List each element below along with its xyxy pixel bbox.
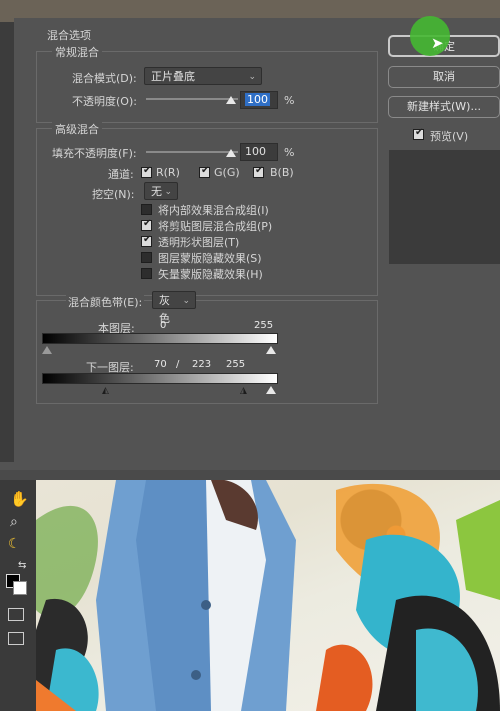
option-checkbox-3[interactable] bbox=[141, 252, 152, 263]
underlying-low-value: 70 bbox=[154, 359, 167, 370]
channel-b-checkbox[interactable] bbox=[253, 165, 264, 178]
option-label-0: 将内部效果混合成组(I) bbox=[158, 204, 269, 217]
swap-colors-icon[interactable]: ⇆ bbox=[18, 560, 26, 571]
option-checkbox-0[interactable] bbox=[141, 204, 152, 215]
fill-opacity-label: 填充不透明度(F): bbox=[52, 147, 137, 160]
window-separator bbox=[0, 470, 500, 480]
opacity-slider[interactable] bbox=[146, 98, 238, 100]
underlying-separator: / bbox=[176, 359, 180, 370]
chevron-down-icon: ⌄ bbox=[182, 296, 190, 306]
underlying-white-slider[interactable] bbox=[266, 386, 276, 394]
left-panel-edge bbox=[0, 22, 14, 462]
channel-r-label: R(R) bbox=[156, 166, 180, 179]
knockout-value: 无 bbox=[151, 185, 162, 198]
this-layer-high-value: 255 bbox=[254, 320, 274, 331]
background-color[interactable] bbox=[13, 581, 27, 595]
option-label-2: 透明形状图层(T) bbox=[158, 236, 240, 249]
channel-r-checkbox[interactable] bbox=[141, 165, 152, 178]
opacity-unit: % bbox=[284, 94, 295, 107]
this-layer-black-slider[interactable] bbox=[42, 346, 52, 354]
zoom-icon[interactable]: ⌕ bbox=[10, 514, 18, 530]
general-blending-title: 常规混合 bbox=[52, 44, 102, 60]
fill-opacity-field[interactable]: 100 bbox=[240, 143, 278, 161]
blend-if-label: 混合颜色带(E): bbox=[66, 294, 145, 310]
preview-checkbox[interactable] bbox=[413, 127, 424, 140]
opacity-field[interactable]: 100 bbox=[240, 91, 278, 109]
screen-mode-icon[interactable] bbox=[8, 632, 24, 645]
advanced-blending-title: 高级混合 bbox=[52, 121, 102, 137]
document-canvas[interactable] bbox=[36, 480, 500, 711]
fill-opacity-unit: % bbox=[284, 146, 295, 159]
cancel-button[interactable]: 取消 bbox=[388, 66, 500, 88]
chevron-down-icon: ⌄ bbox=[164, 187, 172, 197]
hand-icon[interactable]: ✋ bbox=[10, 490, 29, 508]
channels-label: 通道: bbox=[108, 168, 134, 181]
click-highlight bbox=[410, 16, 450, 56]
channel-g-label: G(G) bbox=[214, 166, 240, 179]
underlying-mid-value: 223 bbox=[192, 359, 212, 370]
blend-options-title: 混合选项 bbox=[44, 27, 94, 43]
blend-mode-value: 正片叠底 bbox=[151, 70, 195, 83]
opacity-slider-thumb[interactable] bbox=[226, 96, 236, 104]
style-preview-swatch bbox=[389, 150, 500, 264]
option-label-3: 图层蒙版隐藏效果(S) bbox=[158, 252, 262, 265]
channel-b-label: B(B) bbox=[270, 166, 294, 179]
option-checkbox-1[interactable] bbox=[141, 218, 152, 231]
new-style-button[interactable]: 新建样式(W)... bbox=[388, 96, 500, 118]
option-checkbox-2[interactable] bbox=[141, 234, 152, 247]
this-layer-gradient bbox=[42, 333, 278, 344]
option-label-4: 矢量蒙版隐藏效果(H) bbox=[158, 268, 263, 281]
banana-icon[interactable]: ☾ bbox=[8, 536, 21, 552]
fill-opacity-slider[interactable] bbox=[146, 151, 238, 153]
underlying-white-split-slider[interactable]: ◮ bbox=[240, 386, 247, 396]
general-blending-group bbox=[36, 51, 378, 123]
preview-label: 预览(V) bbox=[430, 130, 469, 143]
blend-mode-select[interactable]: 正片叠底 ⌄ bbox=[144, 67, 262, 85]
cursor-icon: ➤ bbox=[431, 34, 444, 52]
opacity-label: 不透明度(O): bbox=[72, 95, 137, 108]
underlying-layer-gradient bbox=[42, 373, 278, 384]
canvas-artwork bbox=[36, 480, 500, 711]
blend-if-select[interactable]: 灰色 ⌄ bbox=[152, 291, 196, 325]
option-checkbox-4[interactable] bbox=[141, 268, 152, 279]
tools-panel: ✋ ⌕ ☾ ⇆ bbox=[0, 480, 36, 711]
quick-mask-icon[interactable] bbox=[8, 608, 24, 621]
channel-g-checkbox[interactable] bbox=[199, 165, 210, 178]
blend-mode-label: 混合模式(D): bbox=[72, 72, 137, 85]
this-layer-low-value: 0 bbox=[160, 320, 167, 331]
chevron-down-icon: ⌄ bbox=[248, 72, 256, 82]
underlying-high-value: 255 bbox=[226, 359, 246, 370]
underlying-black-split-slider[interactable]: ◭ bbox=[102, 386, 109, 396]
this-layer-white-slider[interactable] bbox=[266, 346, 276, 354]
knockout-label: 挖空(N): bbox=[92, 188, 135, 201]
option-label-1: 将剪贴图层混合成组(P) bbox=[158, 220, 273, 233]
fill-opacity-slider-thumb[interactable] bbox=[226, 149, 236, 157]
blend-if-group bbox=[36, 300, 378, 404]
knockout-select[interactable]: 无 ⌄ bbox=[144, 182, 178, 200]
